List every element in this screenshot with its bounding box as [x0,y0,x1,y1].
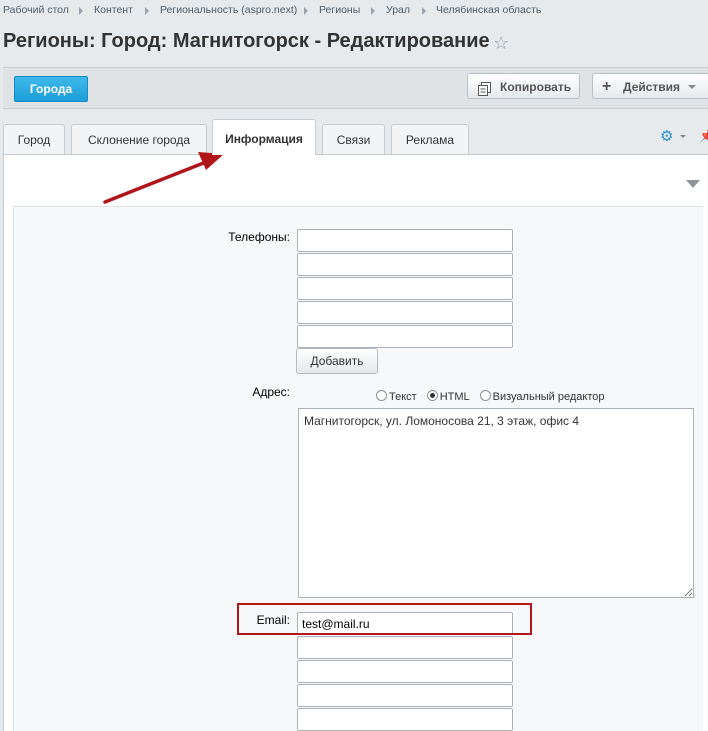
phone-input-3[interactable] [297,277,513,300]
breadcrumb-item-desktop[interactable]: Рабочий стол [3,4,69,16]
phone-input-2[interactable] [297,253,513,276]
phones-label: Телефоны: [228,230,290,244]
tab-city[interactable]: Город [3,124,65,154]
chevron-down-icon[interactable] [680,135,686,138]
email-highlight-box [237,603,532,635]
email-input-3[interactable] [297,660,513,683]
actions-button-label: Действия [623,80,681,94]
address-label: Адрес: [252,385,290,399]
phone-input-4[interactable] [297,301,513,324]
tab-declension[interactable]: Склонение города [71,124,207,154]
plus-icon: + [602,78,612,95]
breadcrumb-separator-icon [79,7,83,15]
email-input-4[interactable] [297,684,513,707]
editor-mode-html[interactable]: HTML [426,390,470,403]
back-to-cities-button[interactable]: Города [14,76,88,102]
gear-icon[interactable]: ⚙ [660,127,673,145]
breadcrumb-item-chelyabinsk[interactable]: Челябинская область [436,4,541,16]
editor-mode-text[interactable]: Текст [376,390,417,403]
radio-checked-icon [426,390,438,401]
breadcrumb-item-content[interactable]: Контент [94,4,133,16]
back-button-label: Города [29,82,73,96]
breadcrumb-item-regionality[interactable]: Региональность (aspro.next) [160,4,297,16]
tab-advertising[interactable]: Реклама [391,124,469,154]
breadcrumb-separator-icon [304,7,308,15]
copy-button-label: Копировать [500,80,572,94]
breadcrumb-separator-icon [422,7,426,15]
actions-button[interactable]: + Действия [592,73,708,99]
star-icon[interactable]: ☆ [493,33,509,54]
breadcrumb-item-ural[interactable]: Урал [386,4,410,16]
copy-button[interactable]: Копировать [467,73,580,99]
chevron-down-icon [688,85,696,89]
editor-mode-selector: Текст HTML Визуальный редактор [376,390,615,403]
copy-icon [478,79,491,105]
radio-icon [479,390,491,401]
phone-input-5[interactable] [297,325,513,348]
editor-mode-visual[interactable]: Визуальный редактор [479,390,605,403]
breadcrumb-separator-icon [371,7,375,15]
tab-information[interactable]: Информация [212,119,316,155]
email-input-2[interactable] [297,636,513,659]
breadcrumb-item-regions[interactable]: Регионы [319,4,360,16]
breadcrumb-separator-icon [145,7,149,15]
page-title: Регионы: Город: Магнитогорск - Редактиро… [3,30,490,52]
tab-links[interactable]: Связи [322,124,385,154]
address-textarea[interactable]: Магнитогорск, ул. Ломоносова 21, 3 этаж,… [298,408,694,598]
add-phone-button[interactable]: Добавить [296,348,378,374]
phone-input-1[interactable] [297,229,513,252]
collapse-icon[interactable] [686,180,700,188]
radio-icon [376,390,387,401]
email-input-5[interactable] [297,708,513,731]
pin-icon[interactable]: 📌 [699,128,708,144]
